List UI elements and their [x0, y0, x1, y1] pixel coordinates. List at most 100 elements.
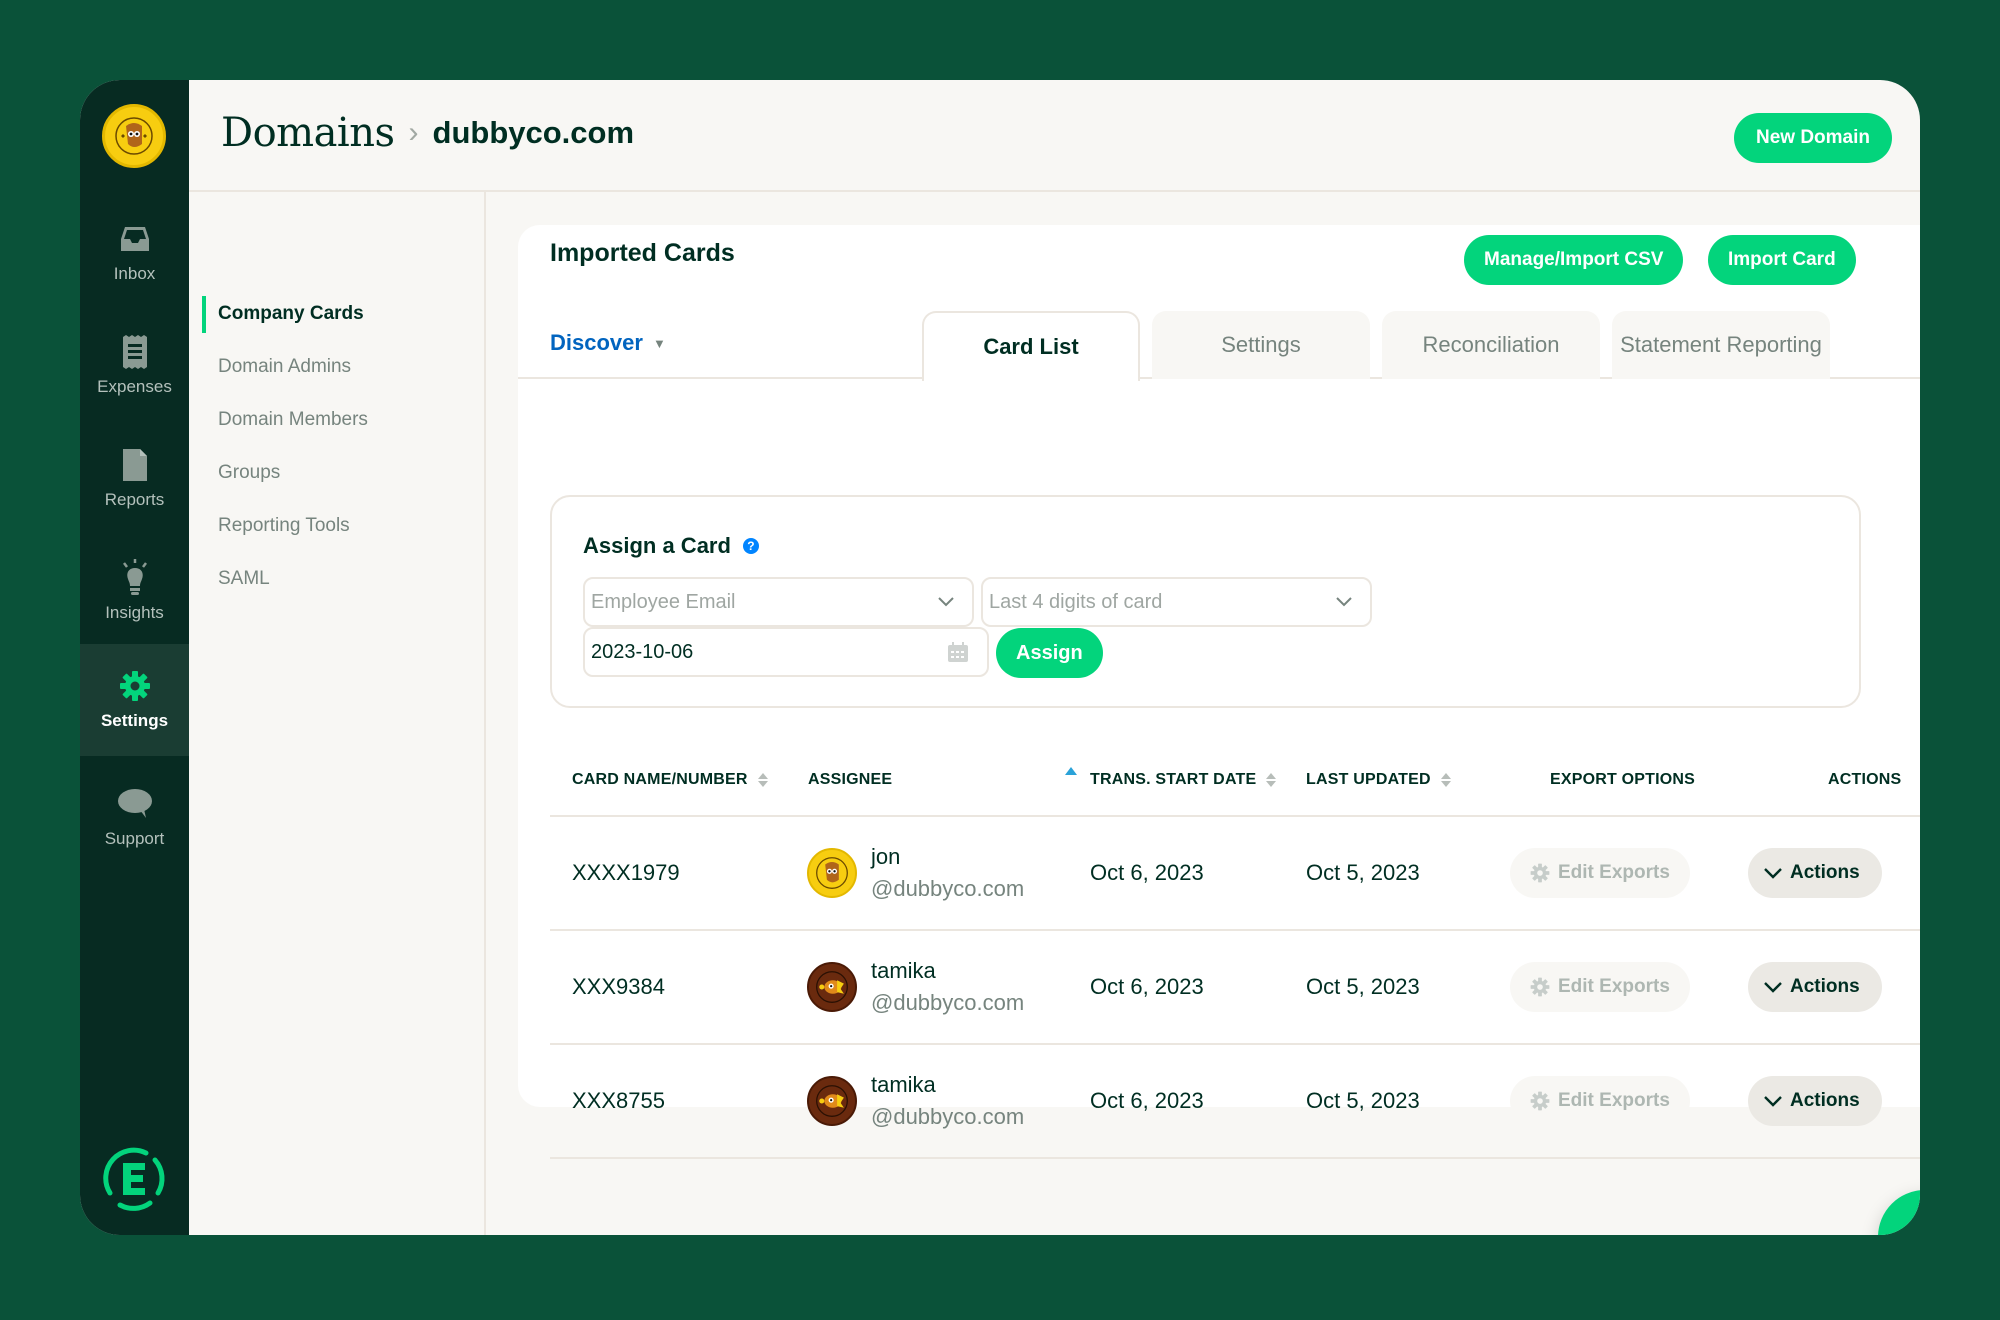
breadcrumb-domains[interactable]: Domains — [221, 110, 395, 156]
assignee-email: @dubbyco.com — [871, 990, 1025, 1015]
table-row: XXX9384 tamika @dubbyco.com Oct 6, 2023 … — [550, 931, 1920, 1045]
subnav-item-company-cards[interactable]: Company Cards — [218, 303, 364, 325]
avatar-face-icon — [816, 857, 848, 889]
chevron-down-icon — [1764, 868, 1782, 879]
nav-item-expenses[interactable]: Expenses — [80, 310, 189, 422]
last-4-digits-select[interactable]: Last 4 digits of card — [981, 577, 1372, 627]
import-card-button[interactable]: Import Card — [1708, 235, 1856, 285]
page-header: Domains › dubbyco.com New Domain — [189, 80, 1920, 192]
subnav-item-reporting-tools[interactable]: Reporting Tools — [218, 515, 350, 537]
avatar-face-icon — [115, 117, 153, 155]
breadcrumb-current-domain: dubbyco.com — [432, 115, 635, 150]
edit-exports-button[interactable]: Edit Exports — [1510, 848, 1690, 898]
assign-button[interactable]: Assign — [996, 628, 1103, 678]
account-avatar[interactable] — [102, 104, 166, 168]
start-date-input[interactable]: 2023-10-06 — [583, 627, 989, 677]
avatar-fish-icon — [816, 1085, 848, 1117]
receipt-icon — [118, 335, 152, 369]
chat-support-button[interactable] — [1878, 1190, 1920, 1235]
nav-item-support[interactable]: Support — [80, 762, 189, 874]
edit-exports-button[interactable]: Edit Exports — [1510, 962, 1690, 1012]
column-assignee[interactable]: ASSIGNEE — [808, 771, 892, 789]
assignee-name: jon — [871, 844, 901, 869]
tab-card-list[interactable]: Card List — [922, 311, 1140, 381]
trans-start-date: Oct 6, 2023 — [1090, 974, 1204, 999]
subnav-item-domain-admins[interactable]: Domain Admins — [218, 356, 351, 378]
start-date-value: 2023-10-06 — [591, 640, 694, 663]
new-domain-button[interactable]: New Domain — [1733, 113, 1892, 163]
sort-icon[interactable] — [1266, 773, 1277, 787]
card-number: XXX8755 — [572, 1088, 665, 1113]
column-label: ACTIONS — [1828, 771, 1902, 788]
assignee-cell: tamika @dubbyco.com — [807, 931, 1024, 1043]
sort-icon[interactable] — [757, 773, 768, 787]
last-updated: Oct 5, 2023 — [1306, 974, 1420, 999]
subnav-item-groups[interactable]: Groups — [218, 462, 280, 484]
edit-exports-button[interactable]: Edit Exports — [1510, 1076, 1690, 1126]
actions-cell: Actions — [1748, 817, 1882, 929]
edit-exports-label: Edit Exports — [1558, 1090, 1670, 1111]
column-last-updated[interactable]: LAST UPDATED — [1306, 771, 1451, 789]
assignee-email: @dubbyco.com — [871, 1104, 1025, 1129]
assignee-name: tamika — [871, 1072, 936, 1097]
export-options-cell: Edit Exports — [1510, 817, 1690, 929]
chat-bubble-icon — [117, 787, 152, 821]
nav-item-settings[interactable]: Settings — [80, 644, 189, 756]
expensify-logo — [100, 1145, 168, 1213]
tab-statement-reporting[interactable]: Statement Reporting — [1612, 311, 1830, 379]
manage-import-csv-button[interactable]: Manage/Import CSV — [1464, 235, 1684, 285]
document-icon — [118, 448, 152, 482]
actions-dropdown-button[interactable]: Actions — [1748, 962, 1882, 1012]
column-label: TRANS. START DATE — [1090, 771, 1257, 788]
last-updated: Oct 5, 2023 — [1306, 860, 1420, 885]
caret-down-icon: ▼ — [652, 335, 666, 351]
column-export-options: EXPORT OPTIONS — [1550, 771, 1695, 789]
column-trans-start-date[interactable]: TRANS. START DATE — [1090, 771, 1277, 789]
trans-start-date: Oct 6, 2023 — [1090, 1088, 1204, 1113]
actions-dropdown-button[interactable]: Actions — [1748, 1076, 1882, 1126]
assignee-name: tamika — [871, 958, 936, 983]
card-number: XXXX1979 — [572, 860, 680, 885]
actions-label: Actions — [1790, 976, 1860, 997]
tab-reconciliation[interactable]: Reconciliation — [1382, 311, 1600, 379]
column-actions: ACTIONS — [1828, 771, 1901, 789]
tab-settings[interactable]: Settings — [1152, 311, 1370, 379]
gear-icon — [1530, 1091, 1550, 1111]
assignee-email: @dubbyco.com — [871, 876, 1025, 901]
subnav-item-saml[interactable]: SAML — [218, 568, 270, 590]
card-feed-dropdown[interactable]: Discover ▼ — [550, 330, 666, 356]
card-feed-label: Discover — [550, 330, 643, 355]
avatar — [807, 1076, 857, 1126]
employee-email-select[interactable]: Employee Email — [583, 577, 974, 627]
nav-item-insights[interactable]: Insights — [80, 536, 189, 648]
sort-icon[interactable] — [1440, 773, 1451, 787]
assign-card-heading: Assign a Card ? — [583, 533, 759, 559]
breadcrumb-separator-icon: › — [408, 116, 419, 149]
calendar-icon[interactable] — [947, 641, 969, 663]
actions-cell: Actions — [1748, 931, 1882, 1043]
last-updated: Oct 5, 2023 — [1306, 1088, 1420, 1113]
domain-subnav: Company Cards Domain Admins Domain Membe… — [189, 192, 486, 1235]
sort-ascending-icon[interactable] — [1065, 767, 1077, 775]
column-card-name[interactable]: CARD NAME/NUMBER — [572, 771, 768, 789]
table-row: XXXX1979 jon @dubbyco.com Oct 6, 2023 Oc… — [550, 817, 1920, 931]
actions-cell: Actions — [1748, 1045, 1882, 1157]
edit-exports-label: Edit Exports — [1558, 862, 1670, 883]
actions-label: Actions — [1790, 1090, 1860, 1111]
left-nav: Inbox Expenses Reports Insights Settings — [80, 80, 189, 1235]
nav-item-reports[interactable]: Reports — [80, 423, 189, 535]
table-row: XXX8755 tamika @dubbyco.com Oct 6, 2023 … — [550, 1045, 1920, 1159]
help-icon[interactable]: ? — [742, 538, 759, 554]
nav-item-inbox[interactable]: Inbox — [80, 197, 189, 309]
chevron-down-icon — [938, 597, 954, 607]
employee-email-placeholder: Employee Email — [591, 590, 736, 613]
subnav-item-domain-members[interactable]: Domain Members — [218, 409, 368, 431]
app-window: Inbox Expenses Reports Insights Settings — [80, 80, 1920, 1235]
cards-table: CARD NAME/NUMBER ASSIGNEE TRANS. START D… — [550, 745, 1920, 1159]
actions-dropdown-button[interactable]: Actions — [1748, 848, 1882, 898]
assignee-cell: jon @dubbyco.com — [807, 817, 1024, 929]
trans-start-date: Oct 6, 2023 — [1090, 860, 1204, 885]
chevron-down-icon — [1336, 597, 1352, 607]
column-label: EXPORT OPTIONS — [1550, 771, 1696, 788]
avatar — [807, 962, 857, 1012]
